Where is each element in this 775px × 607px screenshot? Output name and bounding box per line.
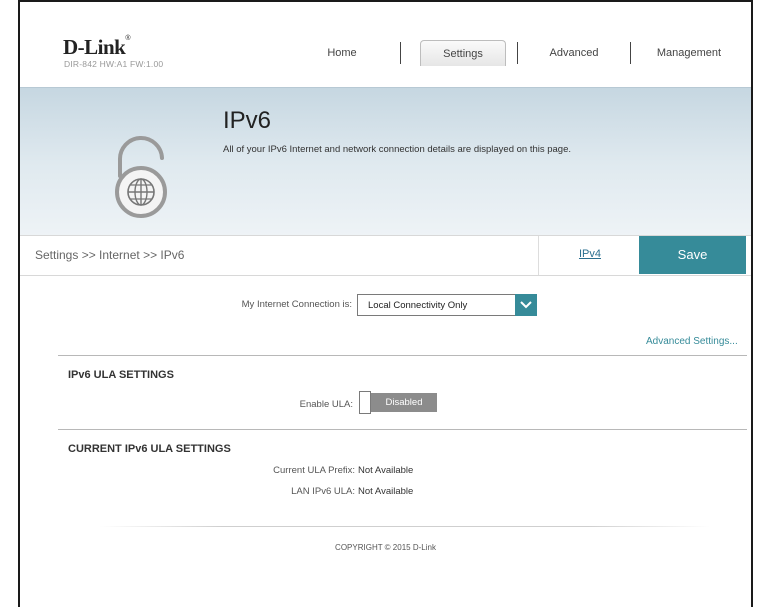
section-divider (58, 355, 747, 356)
current-ula-prefix-label: Current ULA Prefix: (273, 465, 355, 476)
dropdown-button[interactable] (515, 294, 537, 316)
nav-advanced[interactable]: Advanced (534, 40, 614, 66)
router-admin-page: D-Link® DIR-842 HW:A1 FW:1.00 Home Setti… (18, 0, 753, 607)
nav-settings[interactable]: Settings (420, 40, 506, 66)
breadcrumb: Settings >> Internet >> IPv6 (35, 248, 185, 262)
lan-ipv6-ula-value: Not Available (358, 486, 414, 497)
ula-settings-title: IPv6 ULA SETTINGS (68, 369, 174, 381)
nav-divider (630, 42, 631, 64)
nav-home[interactable]: Home (307, 40, 377, 66)
chevron-down-icon (520, 301, 532, 309)
toggle-state: Disabled (371, 393, 437, 412)
current-ula-title: CURRENT IPv6 ULA SETTINGS (68, 443, 231, 455)
enable-ula-toggle[interactable]: Disabled (359, 391, 437, 414)
connection-type-label: My Internet Connection is: (241, 299, 352, 310)
enable-ula-label: Enable ULA: (299, 399, 353, 410)
lan-ipv6-ula-label: LAN IPv6 ULA: (291, 486, 355, 497)
toggle-knob (359, 391, 371, 414)
top-nav: Home Settings Advanced Management (20, 40, 751, 66)
copyright: COPYRIGHT © 2015 D-Link (335, 543, 436, 552)
breadcrumb-bar: Settings >> Internet >> IPv6 IPv4 Save (20, 235, 751, 276)
section-divider (58, 429, 747, 430)
page-title: IPv6 (223, 107, 272, 134)
header: D-Link® DIR-842 HW:A1 FW:1.00 Home Setti… (20, 2, 751, 87)
save-button[interactable]: Save (639, 236, 746, 274)
connection-type-select[interactable]: Local Connectivity Only (357, 294, 537, 316)
nav-divider (400, 42, 401, 64)
nav-management[interactable]: Management (645, 40, 733, 66)
footer-divider (100, 526, 710, 527)
ipv6-lock-globe-icon (115, 136, 167, 218)
advanced-settings-link[interactable]: Advanced Settings... (646, 336, 738, 347)
connection-type-value: Local Connectivity Only (368, 300, 468, 311)
page-banner: IPv6 All of your IPv6 Internet and netwo… (20, 87, 751, 236)
breadcrumb-divider (538, 236, 539, 275)
current-ula-prefix-value: Not Available (358, 465, 414, 476)
nav-divider (517, 42, 518, 64)
ipv4-link[interactable]: IPv4 (560, 248, 620, 260)
page-description: All of your IPv6 Internet and network co… (223, 144, 572, 155)
